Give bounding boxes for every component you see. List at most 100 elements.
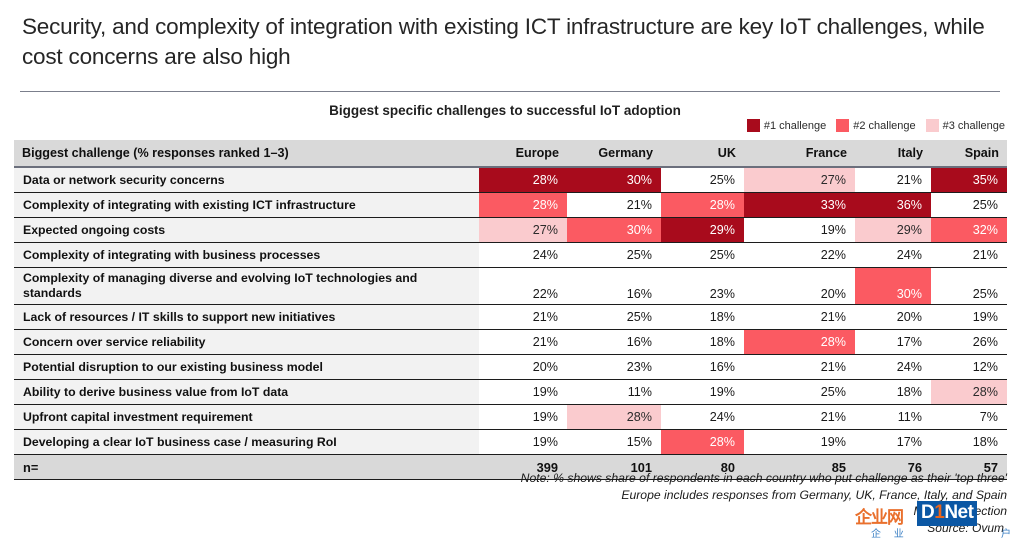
cell-spain: 12% bbox=[931, 354, 1007, 380]
footnote-line-2: Europe includes responses from Germany, … bbox=[621, 487, 1007, 502]
legend-label-rank3: #3 challenge bbox=[942, 119, 1005, 132]
table-row: Potential disruption to our existing bus… bbox=[14, 354, 1007, 380]
cell-germany: 30% bbox=[567, 167, 661, 193]
cell-germany: 21% bbox=[567, 192, 661, 218]
challenge-label: Developing a clear IoT business case / m… bbox=[14, 429, 479, 455]
cell-italy: 24% bbox=[855, 242, 931, 268]
cell-spain: 26% bbox=[931, 329, 1007, 355]
cell-uk: 28% bbox=[661, 192, 744, 218]
cell-uk: 18% bbox=[661, 329, 744, 355]
challenge-label: Lack of resources / IT skills to support… bbox=[14, 304, 479, 330]
watermark-subtext: 企 业 bbox=[871, 529, 909, 540]
challenges-table: Biggest challenge (% responses ranked 1–… bbox=[14, 140, 1007, 480]
legend-label-rank2: #2 challenge bbox=[853, 119, 916, 132]
cell-germany: 30% bbox=[567, 217, 661, 243]
table-row: Concern over service reliability 21% 16% 18… bbox=[14, 329, 1007, 355]
challenge-label: Ability to derive business value from Io… bbox=[14, 379, 479, 405]
footnote-line-3: Multiple selection bbox=[913, 504, 1007, 518]
cell-italy: 17% bbox=[855, 429, 931, 455]
cell-uk: 25% bbox=[661, 167, 744, 193]
cell-europe: 20% bbox=[479, 354, 567, 380]
cell-uk: 16% bbox=[661, 354, 744, 380]
chart-subtitle: Biggest specific challenges to successfu… bbox=[329, 103, 681, 118]
cell-germany: 11% bbox=[567, 379, 661, 405]
cell-france: 25% bbox=[744, 379, 855, 405]
challenges-matrix: Biggest challenge (% responses ranked 1–… bbox=[14, 140, 1007, 480]
cell-france: 21% bbox=[744, 304, 855, 330]
cell-uk: 25% bbox=[661, 242, 744, 268]
cell-spain: 19% bbox=[931, 304, 1007, 330]
cell-uk: 29% bbox=[661, 217, 744, 243]
legend-swatch-rank2 bbox=[836, 119, 850, 132]
column-header-italy: Italy bbox=[855, 140, 931, 168]
cell-germany: 25% bbox=[567, 304, 661, 330]
cell-italy: 30% bbox=[855, 267, 931, 305]
table-row: Complexity of integrating with business … bbox=[14, 242, 1007, 268]
cell-germany: 23% bbox=[567, 354, 661, 380]
legend-item-rank2: #2 challenge bbox=[836, 119, 916, 132]
cell-italy: 11% bbox=[855, 404, 931, 430]
cell-uk: 23% bbox=[661, 267, 744, 305]
cell-spain: 28% bbox=[931, 379, 1007, 405]
cell-france: 19% bbox=[744, 217, 855, 243]
challenge-label: Complexity of integrating with business … bbox=[14, 242, 479, 268]
legend-item-rank3: #3 challenge bbox=[925, 119, 1005, 132]
column-header-europe: Europe bbox=[479, 140, 567, 168]
cell-france: 20% bbox=[744, 267, 855, 305]
cell-europe: 24% bbox=[479, 242, 567, 268]
cell-germany: 16% bbox=[567, 267, 661, 305]
cell-france: 27% bbox=[744, 167, 855, 193]
cell-germany: 15% bbox=[567, 429, 661, 455]
cell-europe: 19% bbox=[479, 429, 567, 455]
challenge-label: Complexity of managing diverse and evolv… bbox=[14, 267, 479, 305]
cell-france: 22% bbox=[744, 242, 855, 268]
cell-europe: 21% bbox=[479, 304, 567, 330]
table-row: Developing a clear IoT business case / m… bbox=[14, 429, 1007, 455]
column-header-challenge: Biggest challenge (% responses ranked 1–… bbox=[14, 140, 479, 168]
table-header: Biggest challenge (% responses ranked 1–… bbox=[14, 140, 1007, 168]
cell-spain: 32% bbox=[931, 217, 1007, 243]
challenge-label: Potential disruption to our existing bus… bbox=[14, 354, 479, 380]
legend-item-rank1: #1 challenge bbox=[746, 119, 827, 132]
table-row: Complexity of integrating with existing … bbox=[14, 192, 1007, 218]
column-header-germany: Germany bbox=[567, 140, 661, 168]
cell-france: 33% bbox=[744, 192, 855, 218]
table-row: Complexity of managing diverse and evolv… bbox=[14, 267, 1007, 305]
cell-germany: 16% bbox=[567, 329, 661, 355]
source-label: Source: Ovum bbox=[927, 521, 1004, 535]
column-header-spain: Spain bbox=[931, 140, 1007, 168]
cell-uk: 28% bbox=[661, 429, 744, 455]
cell-europe: 27% bbox=[479, 217, 567, 243]
cell-europe: 21% bbox=[479, 329, 567, 355]
cell-italy: 36% bbox=[855, 192, 931, 218]
cell-france: 28% bbox=[744, 329, 855, 355]
cell-spain: 7% bbox=[931, 404, 1007, 430]
cell-germany: 25% bbox=[567, 242, 661, 268]
legend-swatch-rank1 bbox=[746, 119, 760, 132]
legend-label-rank1: #1 challenge bbox=[763, 119, 827, 132]
cell-spain: 18% bbox=[931, 429, 1007, 455]
footnote-line-1: Note: % shows share of respondents in ea… bbox=[520, 471, 1007, 485]
challenge-label: Upfront capital investment requirement bbox=[14, 404, 479, 430]
cell-europe: 19% bbox=[479, 404, 567, 430]
challenge-label: Complexity of integrating with existing … bbox=[14, 192, 479, 218]
cell-italy: 17% bbox=[855, 329, 931, 355]
cell-spain: 25% bbox=[931, 192, 1007, 218]
cell-spain: 25% bbox=[931, 267, 1007, 305]
cell-spain: 21% bbox=[931, 242, 1007, 268]
cell-uk: 18% bbox=[661, 304, 744, 330]
cell-italy: 29% bbox=[855, 217, 931, 243]
table-body: Data or network security concerns 28% 30% 2… bbox=[14, 167, 1007, 480]
cell-italy: 21% bbox=[855, 167, 931, 193]
cell-europe: 28% bbox=[479, 192, 567, 218]
cell-france: 19% bbox=[744, 429, 855, 455]
footnotes: Note: % shows share of respondents in ea… bbox=[367, 470, 1007, 520]
cell-italy: 20% bbox=[855, 304, 931, 330]
table-row: Data or network security concerns 28% 30% 2… bbox=[14, 167, 1007, 193]
table-row: Expected ongoing costs 27% 30% 29% 19% 29% 32% bbox=[14, 217, 1007, 243]
table-row: Upfront capital investment requirement 19… bbox=[14, 404, 1007, 430]
cell-europe: 22% bbox=[479, 267, 567, 305]
table-header-row: Biggest challenge (% responses ranked 1–… bbox=[14, 140, 1007, 168]
legend-swatch-rank3 bbox=[925, 119, 939, 132]
title-divider bbox=[20, 91, 1000, 92]
